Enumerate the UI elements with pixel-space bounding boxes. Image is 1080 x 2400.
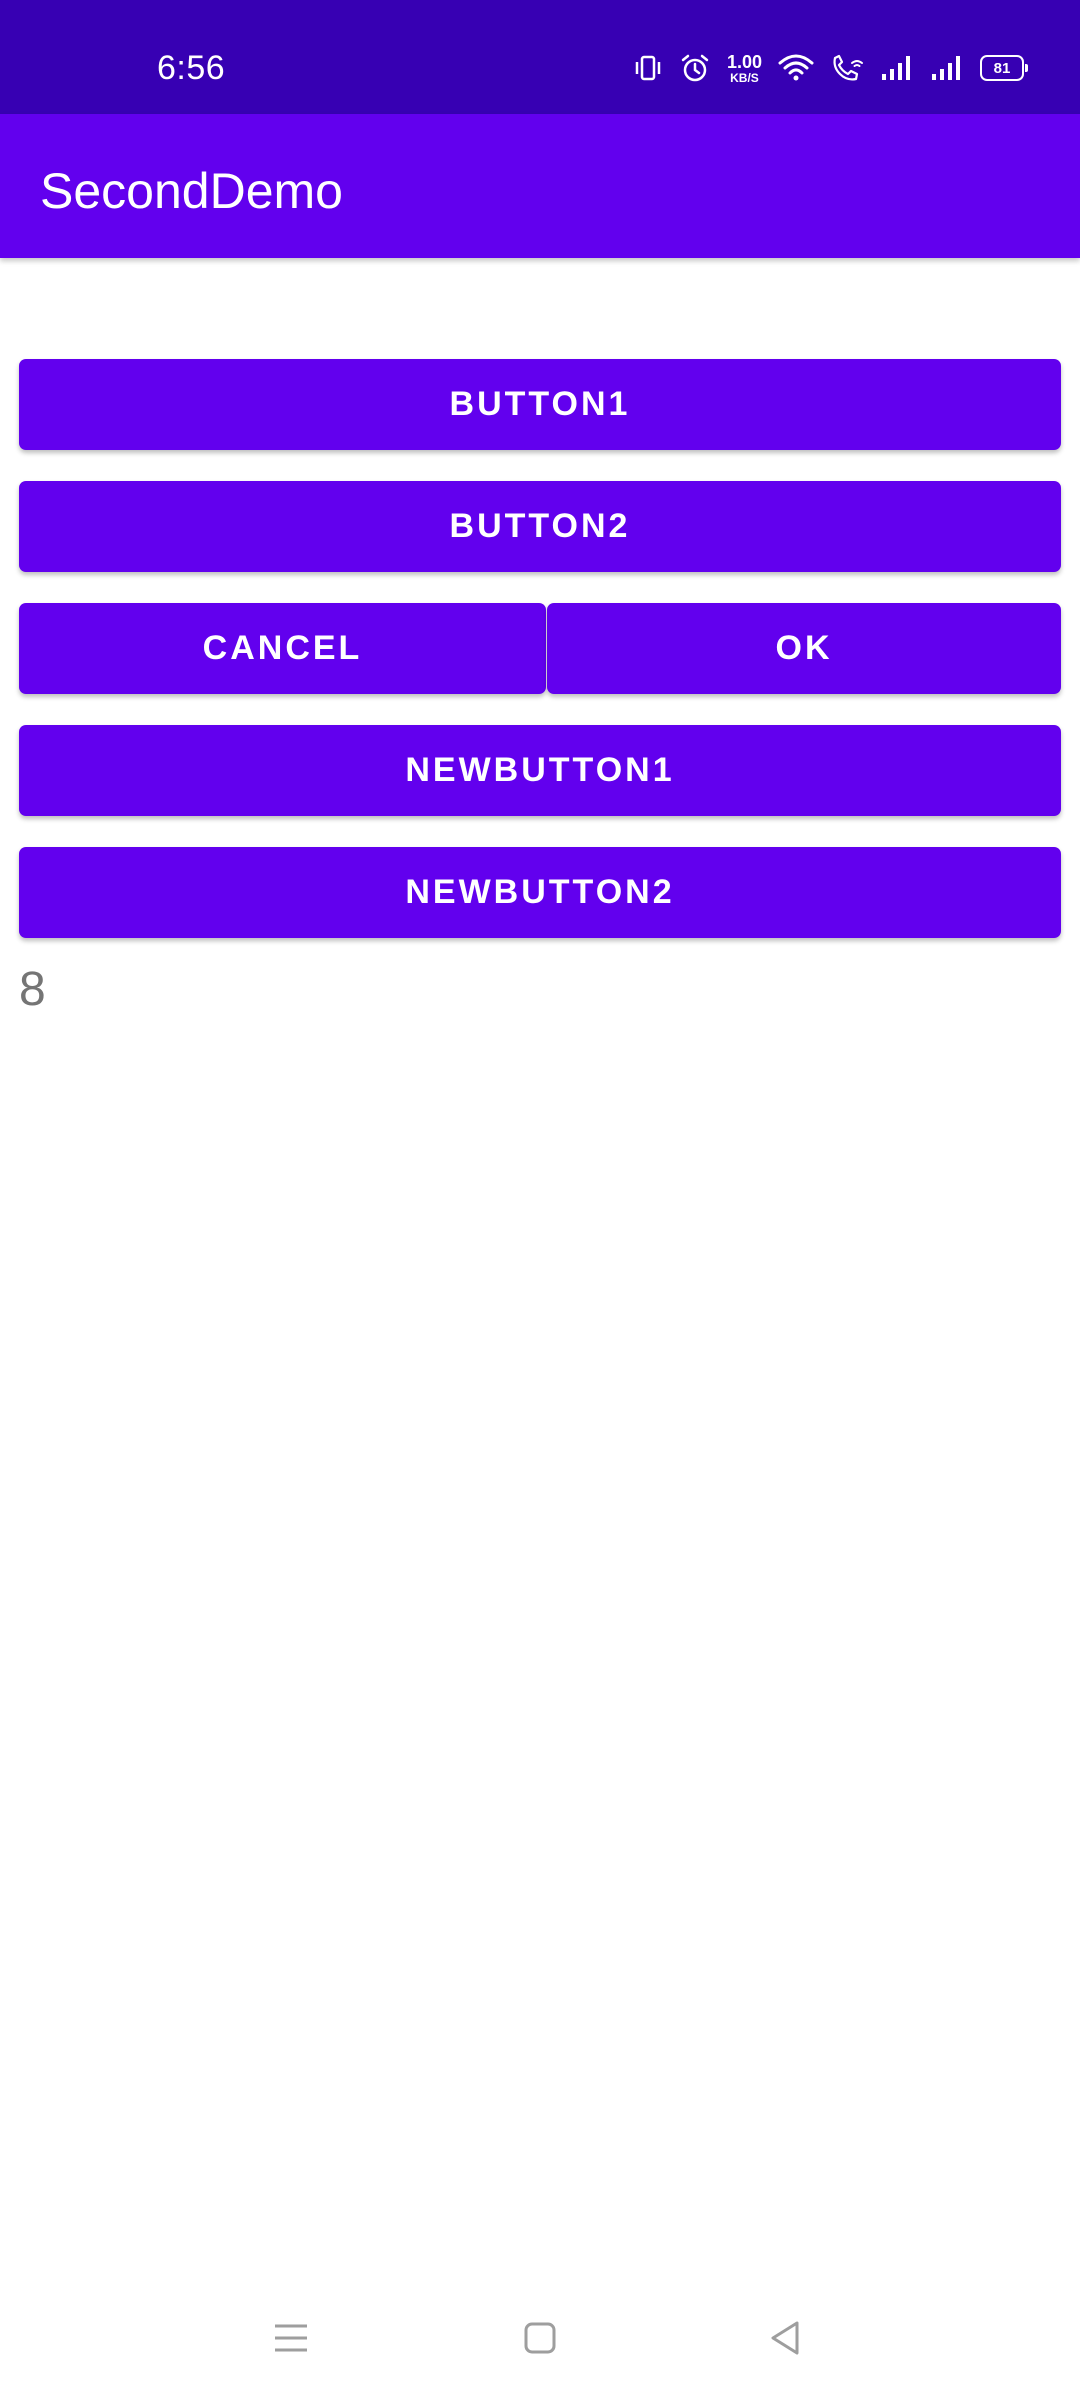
signal-icon [880, 54, 914, 82]
net-speed-value: 1.00 [726, 51, 762, 72]
counter-text: 8 [19, 963, 46, 1016]
net-speed-indicator: 1.00 KB/S [727, 53, 762, 84]
button1-button[interactable]: BUTTON1 [19, 359, 1061, 450]
status-bar: 6:56 1.00 KB/S 81 [0, 0, 1080, 114]
newbutton2-button[interactable]: NEWBUTTON2 [19, 847, 1061, 938]
home-icon[interactable] [510, 2308, 570, 2368]
signal-icon [930, 54, 964, 82]
menu-icon[interactable] [261, 2308, 321, 2368]
ok-button[interactable]: OK [547, 603, 1061, 694]
alarm-icon [679, 52, 711, 84]
button2-button[interactable]: BUTTON2 [19, 481, 1061, 572]
newbutton1-button[interactable]: NEWBUTTON1 [19, 725, 1061, 816]
wifi-calling-icon [830, 53, 864, 83]
vibrate-icon [633, 53, 663, 83]
nav-bar [0, 2290, 1080, 2400]
battery-icon: 81 [980, 55, 1028, 81]
battery-level: 81 [993, 59, 1011, 77]
status-icons: 1.00 KB/S 81 [633, 48, 1028, 88]
wifi-icon [778, 53, 814, 83]
cancel-button[interactable]: CANCEL [19, 603, 546, 694]
back-icon[interactable] [755, 2308, 815, 2368]
app-bar: SecondDemo [0, 114, 1080, 258]
net-speed-unit: KB/S [730, 70, 759, 85]
app-title: SecondDemo [40, 163, 343, 219]
status-time: 6:56 [157, 49, 226, 87]
